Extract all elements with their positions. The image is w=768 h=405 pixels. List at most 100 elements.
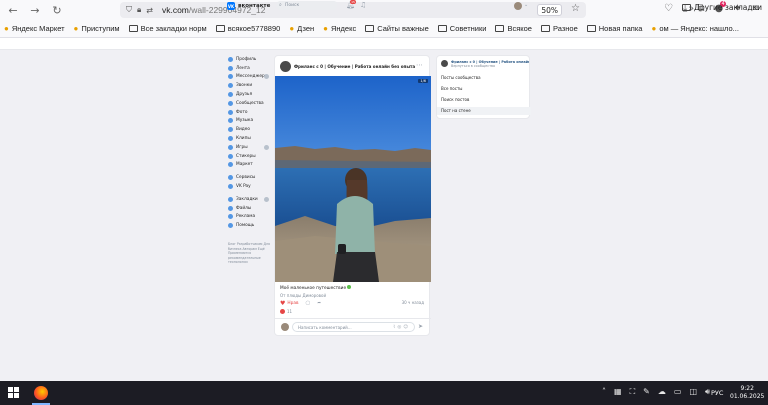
network-icon[interactable]: ◫ [689, 387, 697, 397]
bookmark-item[interactable]: ● Яндекс [323, 24, 356, 33]
screen-capture-icon[interactable]: ⛶ [630, 387, 636, 397]
footer-link[interactable]: Авторам [243, 247, 257, 251]
right-panel-item[interactable]: Поиск постов [437, 96, 531, 104]
menu-item[interactable]: Звонки [228, 81, 272, 90]
firefox-taskbar-icon[interactable] [34, 386, 48, 400]
menu-item[interactable]: Сообщества [228, 99, 272, 108]
menu-item[interactable]: Помощь [228, 221, 272, 230]
menu-item[interactable]: Файлы [228, 204, 272, 213]
language-indicator[interactable]: РУС [711, 389, 723, 397]
lock-icon: 🔒︎ [137, 5, 142, 14]
reload-button[interactable]: ↻ [48, 1, 66, 19]
bookmark-item[interactable]: Новая папка [586, 24, 642, 33]
community-avatar[interactable] [441, 60, 448, 67]
bookmark-item[interactable]: Всякое [495, 24, 532, 33]
menu-item[interactable]: Закладки [228, 195, 272, 204]
vk-search-placeholder: Поиск [285, 3, 300, 8]
share-icon[interactable]: ➦ [317, 301, 321, 306]
user-avatar[interactable] [514, 2, 522, 10]
menu-item[interactable]: Клипы [228, 134, 272, 143]
bookmark-item[interactable]: ● ом — Яндекс: нашло... [651, 24, 738, 33]
right-panel-item[interactable]: Посты сообщества [437, 74, 531, 82]
post-actions: ♥ Нрав ◯ ➦ [280, 300, 321, 307]
post-time[interactable]: 30 ч назад [402, 300, 424, 305]
bookmark-item[interactable]: ● Приступим [74, 24, 120, 33]
vk-header [0, 38, 768, 50]
chevron-down-icon[interactable]: ⌄ [524, 2, 528, 8]
menu-item[interactable]: Музыка [228, 117, 272, 126]
comment-input[interactable]: Написать комментарий... ⌇◎☺ [292, 322, 415, 332]
menu-item[interactable]: Игры [228, 143, 272, 152]
bookmark-item[interactable]: Разное [540, 24, 578, 33]
menu-settings-icon[interactable] [264, 144, 269, 150]
menu-item[interactable]: Мессенджер [228, 73, 272, 82]
clock[interactable]: 9:22 01.06.2025 [730, 385, 764, 401]
bookmark-item[interactable]: ● Дзен [289, 24, 314, 33]
footer-link[interactable]: Ещё [258, 247, 265, 251]
bookmark-star-icon[interactable]: ☆ [571, 3, 580, 14]
menu-item[interactable]: Лента [228, 64, 272, 73]
bookmark-label: Советники [449, 24, 487, 33]
emoji-icon [347, 285, 352, 289]
bookmark-label: Дзен [297, 24, 315, 33]
bookmark-item[interactable]: Советники [437, 24, 487, 33]
menu-icon [228, 83, 233, 89]
footer-link[interactable]: Разработчикам [237, 242, 263, 246]
post-subtext[interactable]: От плюды Диморовой [280, 293, 326, 298]
pen-icon[interactable]: ✎ [643, 387, 650, 397]
bookmark-item[interactable]: ● Яндекс Маркет [4, 24, 65, 33]
menu-settings-icon[interactable] [264, 196, 269, 202]
back-to-community-link[interactable]: Вернуться в сообщество [451, 64, 529, 68]
menu-icon [228, 205, 233, 211]
menu-label: VK Pay [236, 184, 251, 190]
forward-button[interactable]: → [26, 1, 44, 19]
send-icon[interactable]: ➤ [418, 323, 423, 330]
menu-label: Закладки [236, 196, 258, 202]
menu-item[interactable]: VK Pay [228, 182, 272, 191]
menu-label: Профиль [236, 56, 257, 62]
zoom-level[interactable]: 50% [537, 4, 562, 16]
menu-item[interactable]: Стикеры [228, 152, 272, 161]
bookmark-item[interactable]: всякое5778890 [215, 24, 280, 33]
footer-link[interactable]: Блог [228, 242, 236, 246]
menu-item[interactable]: Маркет [228, 161, 272, 170]
vk-search-input[interactable]: ⌕ Поиск [277, 1, 337, 10]
right-panel-item[interactable]: Все посты [437, 85, 531, 93]
music-icon[interactable]: ♫ [360, 1, 366, 9]
cloud-icon[interactable]: ☁ [658, 387, 666, 397]
more-options-icon[interactable]: ⋯ [416, 61, 423, 69]
menu-icon [228, 127, 233, 133]
bookmark-item[interactable]: Все закладки норм [128, 24, 207, 33]
menu-item[interactable]: Реклама [228, 213, 272, 222]
windows-start-icon[interactable] [8, 387, 19, 398]
menu-item[interactable]: Видео [228, 125, 272, 134]
volume-icon[interactable]: 🔊︎ [705, 387, 710, 397]
comment-icon[interactable]: ◯ [306, 301, 311, 306]
menu-settings-icon[interactable] [264, 74, 269, 80]
menu-item[interactable]: Друзья [228, 90, 272, 99]
yandex-icon: ● [323, 24, 328, 33]
chevron-up-icon[interactable]: ˄ [602, 387, 606, 397]
footer-link: Применяются [228, 251, 252, 256]
app-tray-icon[interactable]: ▦ [614, 387, 622, 397]
post-photo[interactable]: 1/6 [275, 76, 431, 282]
menu-item[interactable]: Сервисы [228, 173, 272, 182]
community-avatar[interactable] [280, 61, 291, 72]
bookmark-item[interactable]: Сайты важные [365, 24, 429, 33]
smile-icon[interactable]: ☺ [403, 325, 410, 330]
menu-item[interactable]: Фото [228, 108, 272, 117]
menu-item[interactable]: Профиль [228, 55, 272, 64]
menu-footer: Блог Разработчикам Для бизнеса Авторам Е… [228, 242, 272, 265]
other-bookmarks[interactable]: Другие закладки [682, 3, 762, 12]
pocket-icon[interactable]: ♡ [664, 3, 673, 14]
vk-logo[interactable]: VK вконтакте [227, 2, 270, 10]
permissions-icon: ⇄ [146, 5, 153, 15]
right-panel-header: Фриланс с 0 | Обучение | Работа онлайн б… [441, 60, 529, 68]
menu-label: Файлы [236, 205, 252, 211]
post-author[interactable]: Фриланс с 0 | Обучение | Работа онлайн б… [294, 64, 415, 69]
battery-icon[interactable]: ▭ [674, 387, 682, 397]
like-button[interactable]: ♥ Нрав [280, 300, 299, 307]
bookmark-label: Яндекс [331, 24, 357, 33]
back-button[interactable]: ← [4, 1, 22, 19]
right-panel-item[interactable]: Пост на стене [437, 107, 531, 115]
